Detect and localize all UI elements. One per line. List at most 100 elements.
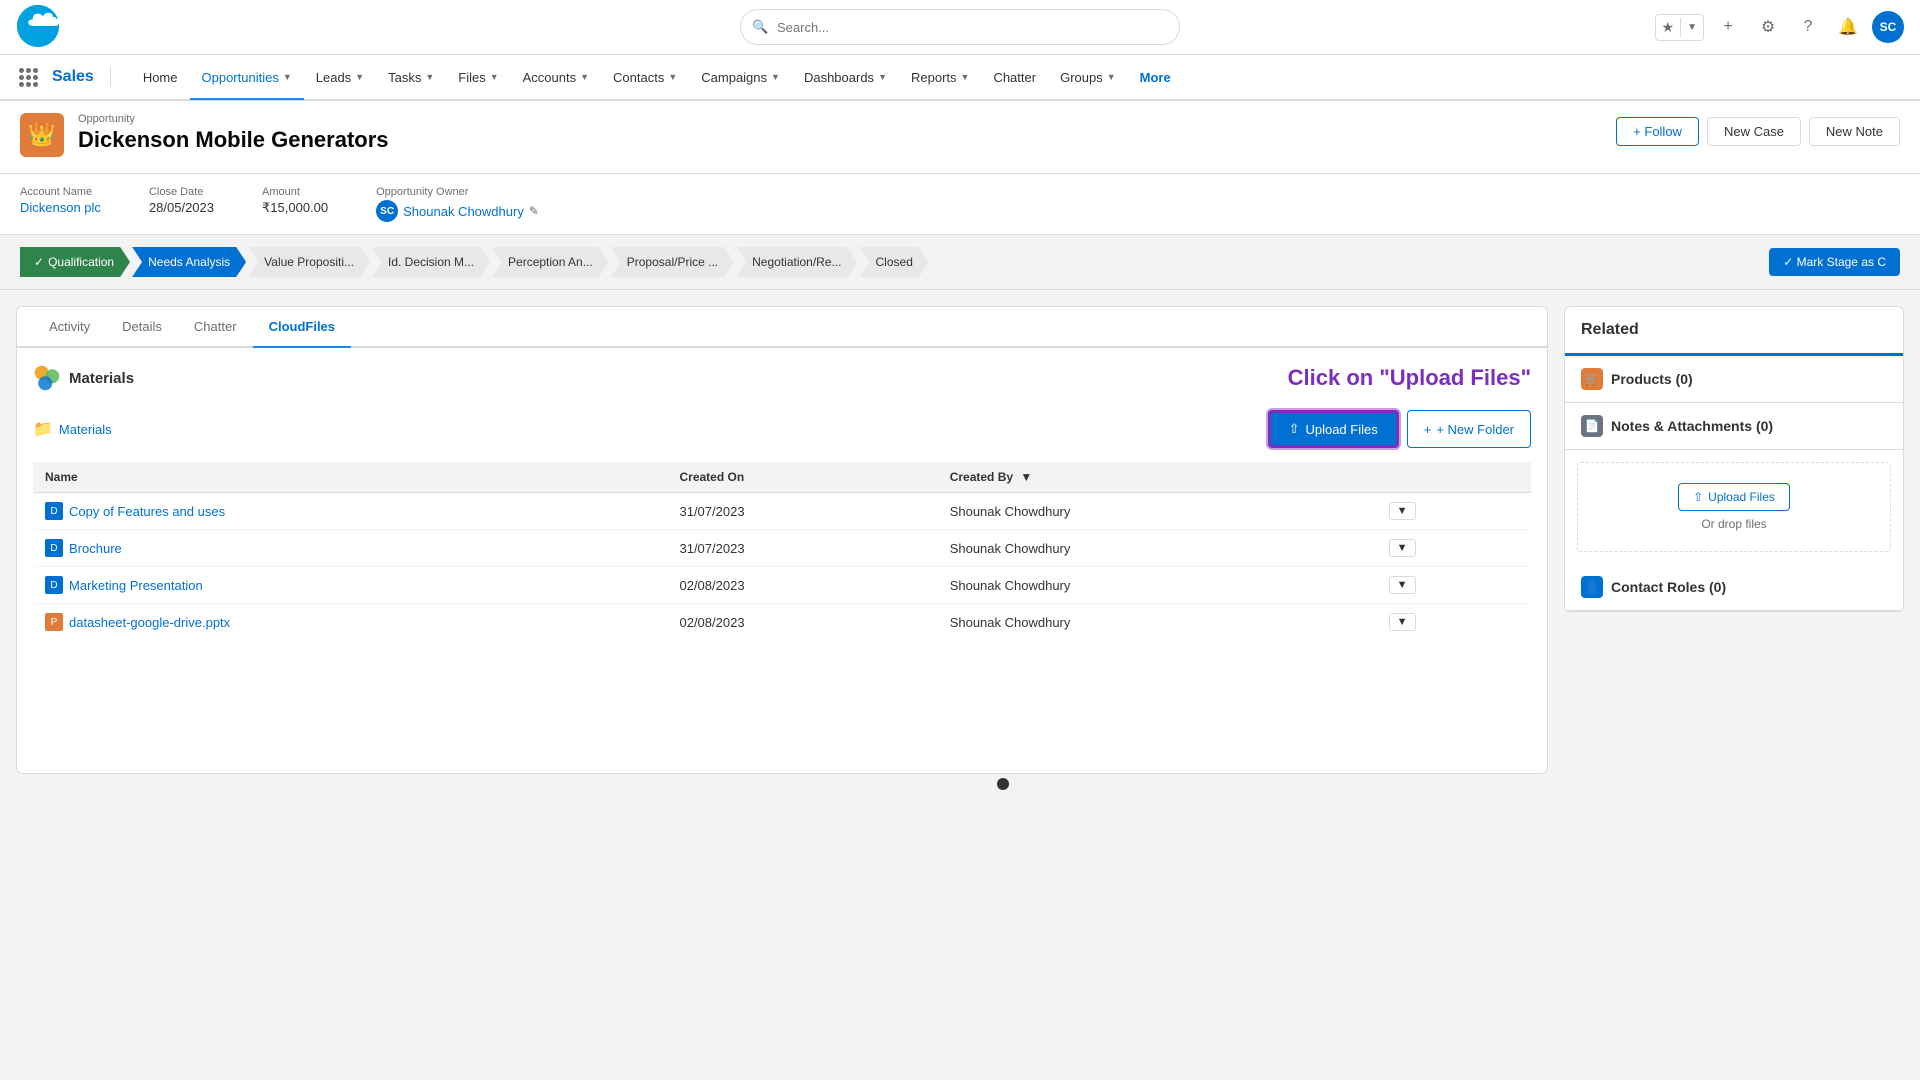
notes-icon: 📄 <box>1581 415 1603 437</box>
chevron-icon: ▼ <box>425 72 434 82</box>
nav-item-dashboards[interactable]: Dashboards ▼ <box>792 56 899 100</box>
col-created-on[interactable]: Created On <box>667 462 937 493</box>
section-title: Materials <box>33 364 134 392</box>
nav-item-campaigns[interactable]: Campaigns ▼ <box>689 56 792 100</box>
favorites-btn[interactable]: ★ ▼ <box>1655 14 1704 41</box>
file-action-button[interactable]: ▼ <box>1389 613 1416 631</box>
amount-label: Amount <box>262 186 328 198</box>
stage-perception[interactable]: Perception An... <box>492 247 609 277</box>
products-label: Products (0) <box>1611 371 1693 387</box>
stage-needs-analysis[interactable]: Needs Analysis <box>132 247 246 277</box>
nav-item-files[interactable]: Files ▼ <box>446 56 510 100</box>
nav-item-opportunities[interactable]: Opportunities ▼ <box>190 56 304 100</box>
top-bar: 🔍 ★ ▼ + ⚙ ? 🔔 SC <box>0 0 1920 55</box>
nav-item-reports[interactable]: Reports ▼ <box>899 56 981 100</box>
follow-button[interactable]: + Follow <box>1616 117 1699 146</box>
nav-item-leads[interactable]: Leads ▼ <box>304 56 376 100</box>
file-action-button[interactable]: ▼ <box>1389 576 1416 594</box>
field-amount: Amount ₹15,000.00 <box>262 186 328 222</box>
chevron-down-icon[interactable]: ▼ <box>1680 18 1703 37</box>
nav-item-groups[interactable]: Groups ▼ <box>1048 56 1128 100</box>
tab-chatter[interactable]: Chatter <box>178 307 253 348</box>
owner-link[interactable]: Shounak Chowdhury <box>403 204 524 219</box>
nav-item-accounts[interactable]: Accounts ▼ <box>511 56 601 100</box>
search-input[interactable] <box>740 9 1180 45</box>
new-case-button[interactable]: New Case <box>1707 117 1801 146</box>
file-created-on: 31/07/2023 <box>667 530 937 567</box>
stage-closed[interactable]: Closed <box>860 247 929 277</box>
notes-attachments-section: 📄 Notes & Attachments (0) ⇧ Upload Files… <box>1565 403 1903 552</box>
close-date-label: Close Date <box>149 186 214 198</box>
nav-item-more[interactable]: More <box>1128 56 1183 100</box>
owner-label: Opportunity Owner <box>376 186 539 198</box>
amount-value: ₹15,000.00 <box>262 200 328 216</box>
side-panel: Related 🛒 Products (0) 📄 Notes & Attachm… <box>1564 306 1904 774</box>
chevron-icon: ▼ <box>961 72 970 82</box>
owner-avatar: SC <box>376 200 398 222</box>
nav-item-chatter[interactable]: Chatter <box>981 56 1048 100</box>
folder-row: 📁 Materials ⇧ Upload Files + + New Folde… <box>33 404 1531 454</box>
nav-item-contacts[interactable]: Contacts ▼ <box>601 56 689 100</box>
stage-qualification[interactable]: ✓Qualification <box>20 247 130 277</box>
file-link[interactable]: Marketing Presentation <box>69 578 203 593</box>
tab-activity[interactable]: Activity <box>33 307 106 348</box>
stage-negotiation[interactable]: Negotiation/Re... <box>736 247 857 277</box>
tab-details[interactable]: Details <box>106 307 178 348</box>
stage-items: ✓Qualification Needs Analysis Value Prop… <box>20 247 1769 277</box>
file-type-icon: P <box>45 613 63 631</box>
setup-icon[interactable]: ⚙ <box>1752 11 1784 43</box>
file-type-icon: D <box>45 502 63 520</box>
stage-proposal[interactable]: Proposal/Price ... <box>611 247 734 277</box>
file-action-button[interactable]: ▼ <box>1389 502 1416 520</box>
mark-stage-button[interactable]: ✓ Mark Stage as C <box>1769 248 1900 276</box>
notes-attachments-header[interactable]: 📄 Notes & Attachments (0) <box>1565 403 1903 450</box>
col-actions <box>1377 462 1531 493</box>
upload-drop-zone: ⇧ Upload Files Or drop files <box>1577 462 1891 552</box>
nav-item-tasks[interactable]: Tasks ▼ <box>376 56 446 100</box>
col-name[interactable]: Name <box>33 462 667 493</box>
help-icon[interactable]: ? <box>1792 11 1824 43</box>
user-avatar[interactable]: SC <box>1872 11 1904 43</box>
account-name-link[interactable]: Dickenson plc <box>20 200 101 215</box>
file-created-on: 02/08/2023 <box>667 567 937 604</box>
field-owner: Opportunity Owner SC Shounak Chowdhury ✎ <box>376 186 539 222</box>
col-created-by[interactable]: Created By ▼ <box>938 462 1377 493</box>
file-link[interactable]: datasheet-google-drive.pptx <box>69 615 230 630</box>
table-row: D Marketing Presentation 02/08/2023 Shou… <box>33 567 1531 604</box>
click-hint: Click on "Upload Files" <box>1288 365 1531 391</box>
stage-id-decision[interactable]: Id. Decision M... <box>372 247 490 277</box>
file-link[interactable]: Copy of Features and uses <box>69 504 225 519</box>
app-name[interactable]: Sales <box>52 68 111 86</box>
tab-cloudfiles[interactable]: CloudFiles <box>253 307 351 348</box>
new-note-button[interactable]: New Note <box>1809 117 1900 146</box>
file-name-cell: D Marketing Presentation <box>33 567 667 604</box>
check-icon: ✓ <box>34 255 44 269</box>
upload-files-sm-button[interactable]: ⇧ Upload Files <box>1678 483 1790 511</box>
close-date-value: 28/05/2023 <box>149 200 214 215</box>
chevron-icon: ▼ <box>490 72 499 82</box>
field-account-name: Account Name Dickenson plc <box>20 186 101 222</box>
file-link[interactable]: Brochure <box>69 541 122 556</box>
app-launcher[interactable] <box>12 61 44 93</box>
new-folder-button[interactable]: + + New Folder <box>1407 410 1531 448</box>
folder-link[interactable]: 📁 Materials <box>33 419 112 439</box>
contact-roles-section[interactable]: 👤 Contact Roles (0) <box>1565 564 1903 611</box>
stage-value-prop[interactable]: Value Propositi... <box>248 247 370 277</box>
contact-roles-label: Contact Roles (0) <box>1611 579 1726 595</box>
add-icon[interactable]: + <box>1712 11 1744 43</box>
notifications-icon[interactable]: 🔔 <box>1832 11 1864 43</box>
salesforce-logo[interactable] <box>16 4 72 51</box>
nav-item-home[interactable]: Home <box>131 56 190 100</box>
star-icon[interactable]: ★ <box>1656 15 1681 40</box>
chevron-icon: ▼ <box>1107 72 1116 82</box>
chevron-icon: ▼ <box>668 72 677 82</box>
file-action-button[interactable]: ▼ <box>1389 539 1416 557</box>
stage-bar: ✓Qualification Needs Analysis Value Prop… <box>0 235 1920 290</box>
record-type: Opportunity <box>78 113 389 125</box>
upload-files-button[interactable]: ⇧ Upload Files <box>1268 410 1399 448</box>
materials-icon <box>33 364 61 392</box>
related-products-section[interactable]: 🛒 Products (0) <box>1565 356 1903 403</box>
file-created-on: 02/08/2023 <box>667 604 937 641</box>
notes-label: Notes & Attachments (0) <box>1611 418 1773 434</box>
owner-edit-icon[interactable]: ✎ <box>529 204 539 218</box>
